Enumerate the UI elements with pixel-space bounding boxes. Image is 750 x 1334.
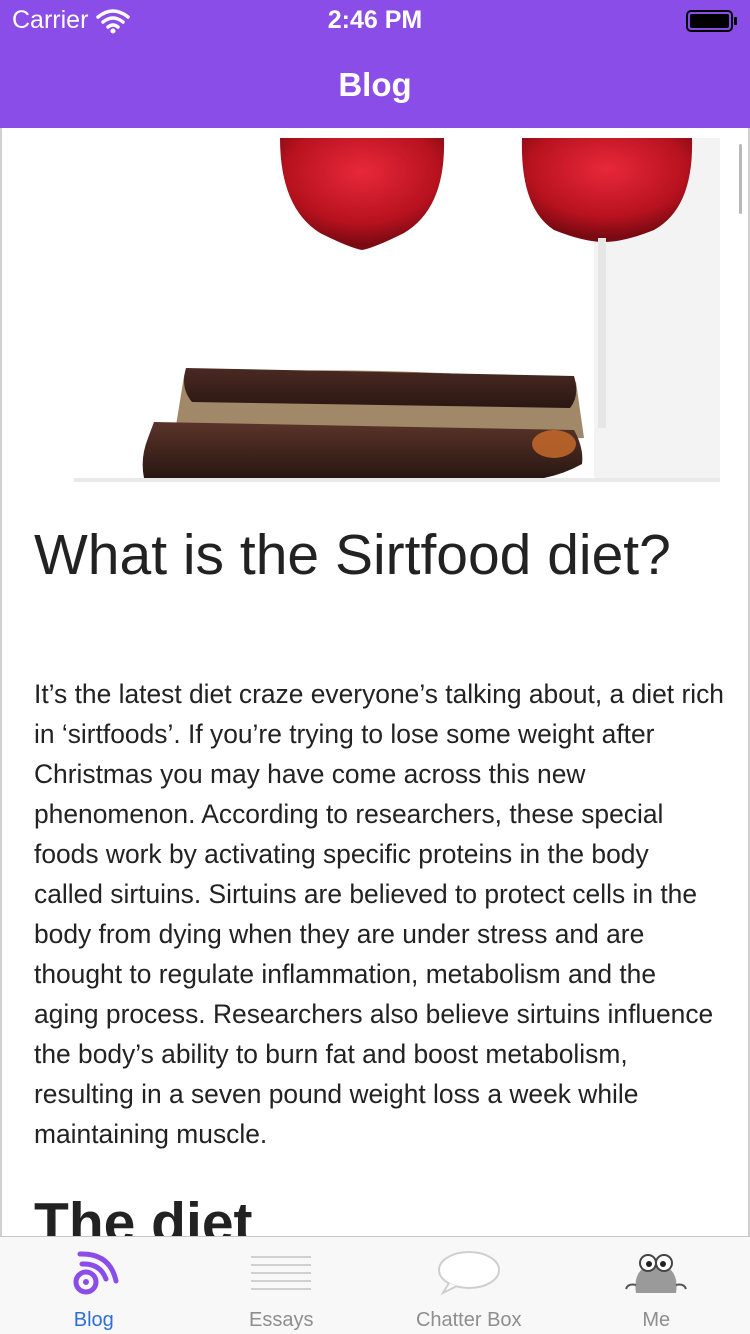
tab-label-chatter-box: Chatter Box <box>415 1309 522 1331</box>
scroll-indicator <box>739 144 742 214</box>
status-time: 2:46 PM <box>327 6 423 34</box>
tab-chatter-box[interactable]: Chatter Box <box>375 1237 563 1334</box>
header: Carrier 2:46 PM Blog <box>0 0 750 128</box>
battery-icon <box>686 10 737 32</box>
article-title: What is the Sirtfood diet? <box>34 523 671 587</box>
tab-bar: Blog Essays Chatter Box Me <box>0 1236 750 1334</box>
page-title: Blog <box>338 66 412 103</box>
tab-label-blog: Blog <box>73 1309 114 1331</box>
tab-label-essays: Essays <box>249 1309 314 1331</box>
document-lines-icon <box>251 1256 312 1290</box>
rss-feed-icon <box>73 1251 119 1295</box>
speech-bubble-icon <box>437 1251 500 1296</box>
article-body: It’s the latest diet craze everyone’s ta… <box>34 679 724 1149</box>
article-scroll-view[interactable]: What is the Sirtfood diet? It’s the late… <box>0 128 750 1236</box>
hero-image <box>74 138 720 482</box>
tab-label-me: Me <box>642 1309 671 1331</box>
tab-blog[interactable]: Blog <box>0 1237 188 1334</box>
mascot-avatar-icon <box>625 1254 688 1293</box>
section-heading: The diet <box>34 1191 253 1237</box>
tab-me[interactable]: Me <box>563 1237 750 1334</box>
tab-essays[interactable]: Essays <box>188 1237 376 1334</box>
status-bar: Carrier 2:46 PM <box>0 0 750 40</box>
